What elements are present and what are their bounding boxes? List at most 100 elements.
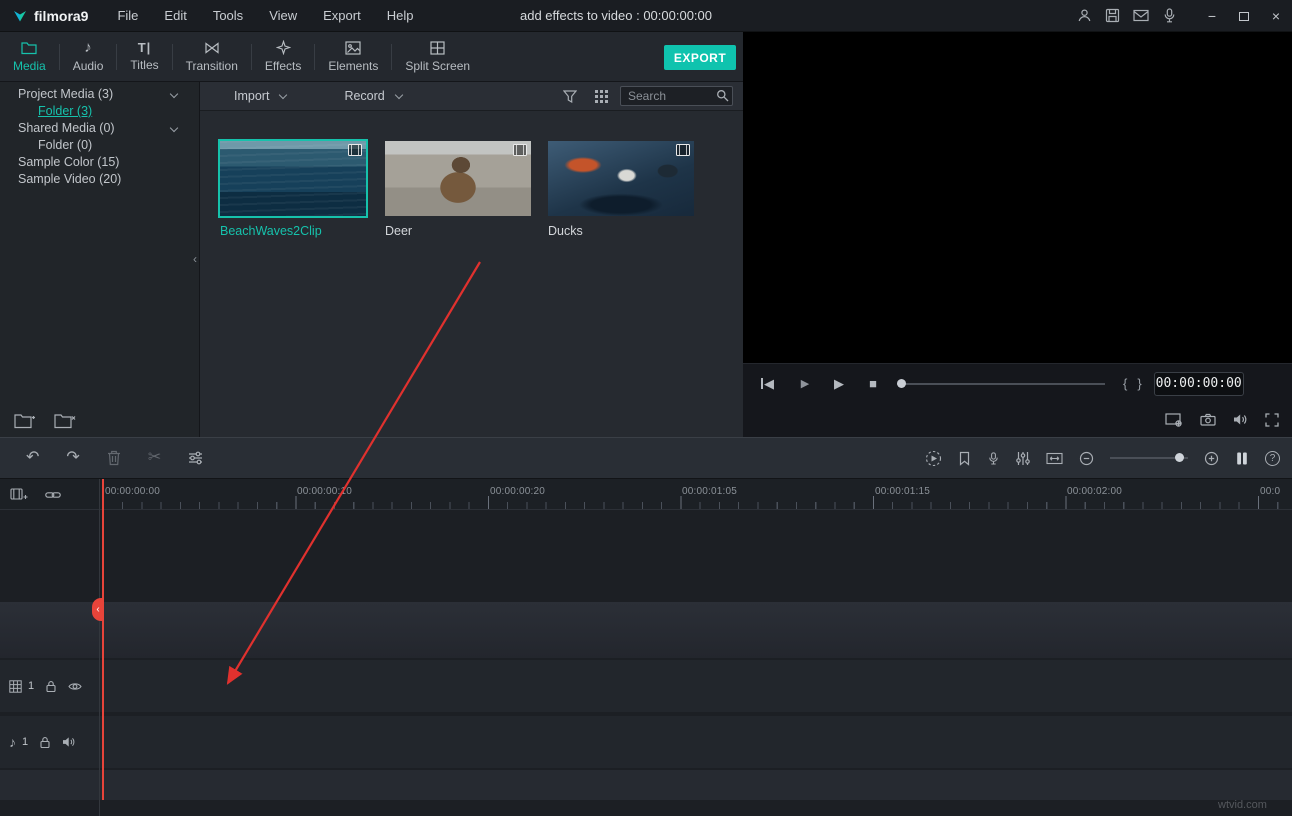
sidebar-item-label: Shared Media (0): [18, 121, 115, 135]
mail-icon[interactable]: [1133, 9, 1149, 22]
record-voiceover-button[interactable]: [987, 451, 1000, 466]
clip-name: BeachWaves2Clip: [220, 224, 366, 238]
display-settings-icon[interactable]: [1165, 413, 1183, 427]
media-clip-ducks[interactable]: Ducks: [548, 141, 694, 238]
record-dropdown[interactable]: Record: [344, 89, 401, 103]
export-button[interactable]: EXPORT: [664, 45, 736, 70]
media-folder-icon: [21, 41, 37, 55]
chevron-down-icon: [279, 91, 287, 99]
delete-button[interactable]: [107, 450, 121, 466]
frame-badge-icon: [348, 144, 362, 156]
toggle-visibility-eye-icon[interactable]: [68, 681, 82, 692]
timeline-ruler[interactable]: 00:00:00:00 00:00:00:10 00:00:00:20 00:0…: [0, 479, 1292, 510]
mark-out-button[interactable]: }: [1137, 376, 1141, 391]
split-scissors-button[interactable]: ✂: [148, 450, 161, 466]
add-to-timeline-icon[interactable]: [10, 487, 28, 502]
menu-file[interactable]: File: [104, 8, 151, 23]
tab-label: Titles: [130, 58, 158, 72]
menu-export[interactable]: Export: [310, 8, 374, 23]
lock-track-icon[interactable]: [45, 680, 57, 693]
close-button[interactable]: ×: [1268, 8, 1284, 24]
sidebar-item-project-media[interactable]: Project Media (3): [0, 86, 199, 103]
zoom-in-button[interactable]: [1204, 451, 1219, 466]
collapse-panel-icon[interactable]: ‹: [193, 252, 197, 266]
filter-icon[interactable]: [563, 90, 577, 103]
tab-elements[interactable]: Elements: [315, 32, 391, 81]
maximize-button[interactable]: [1236, 8, 1252, 24]
ruler-label: 00:00:01:15: [875, 486, 930, 497]
undo-button[interactable]: ↶: [26, 450, 39, 466]
marker-button[interactable]: [958, 451, 971, 466]
grid-view-icon[interactable]: [595, 90, 608, 103]
add-folder-button[interactable]: [14, 412, 36, 429]
ruler-label: 00:00:01:05: [682, 486, 737, 497]
volume-icon[interactable]: [1233, 413, 1248, 426]
stop-button[interactable]: ■: [863, 376, 883, 391]
menu-tools[interactable]: Tools: [200, 8, 256, 23]
audio-track-icon: ♪: [9, 735, 16, 749]
snapshot-camera-icon[interactable]: [1200, 413, 1216, 426]
mark-in-button[interactable]: {: [1123, 376, 1127, 391]
timeline-toolbar: ↶ ↷ ✂: [0, 437, 1292, 479]
tab-split-screen[interactable]: Split Screen: [392, 32, 483, 81]
media-panel: Import Record: [200, 82, 743, 437]
timeline-panel: 00:00:00:00 00:00:00:10 00:00:00:20 00:0…: [0, 479, 1292, 816]
clip-thumbnail[interactable]: [220, 141, 366, 216]
audio-mixer-button[interactable]: [1016, 451, 1030, 466]
mic-icon[interactable]: [1162, 8, 1177, 23]
playhead-handle[interactable]: ‹: [92, 598, 104, 621]
redo-button[interactable]: ↷: [66, 450, 79, 466]
ruler-label: 00:00:02:00: [1067, 486, 1122, 497]
sidebar-item-label: Folder (3): [38, 104, 92, 118]
fullscreen-icon[interactable]: [1265, 413, 1279, 427]
play-button[interactable]: ▶: [829, 376, 849, 392]
search-box[interactable]: [620, 86, 733, 106]
seek-handle[interactable]: [897, 379, 906, 388]
import-dropdown[interactable]: Import: [234, 89, 286, 103]
track-header-column: 1 ♪ 1: [0, 479, 100, 816]
clip-thumbnail[interactable]: [548, 141, 694, 216]
sidebar-item-folder-3[interactable]: Folder (3): [0, 103, 199, 120]
sidebar-item-sample-video[interactable]: Sample Video (20): [0, 171, 199, 188]
zoom-out-button[interactable]: [1079, 451, 1094, 466]
manage-tracks-button[interactable]: [1235, 451, 1249, 466]
fit-to-timeline-button[interactable]: [1046, 452, 1063, 465]
edit-tools: ↶ ↷ ✂: [0, 450, 203, 466]
media-library-sidebar: Project Media (3) Folder (3) Shared Medi…: [0, 82, 200, 437]
video-track-lane: [0, 660, 1292, 712]
tab-media[interactable]: Media: [0, 32, 59, 81]
media-clip-beachwaves[interactable]: BeachWaves2Clip: [220, 141, 366, 238]
tab-effects[interactable]: Effects: [252, 32, 314, 81]
render-preview-button[interactable]: [925, 450, 942, 467]
step-backward-button[interactable]: ◀: [761, 376, 781, 392]
seek-slider[interactable]: [897, 383, 1105, 385]
chevron-down-icon[interactable]: [170, 90, 178, 98]
sidebar-item-sample-color[interactable]: Sample Color (15): [0, 154, 199, 171]
mute-speaker-icon[interactable]: [62, 736, 76, 748]
minimize-button[interactable]: −: [1204, 8, 1220, 24]
help-button[interactable]: ?: [1265, 451, 1280, 466]
titles-icon: T|: [138, 41, 152, 54]
zoom-slider[interactable]: [1110, 457, 1188, 459]
save-project-icon[interactable]: [1105, 8, 1120, 23]
adjust-settings-button[interactable]: [188, 451, 203, 465]
lock-track-icon[interactable]: [39, 736, 51, 749]
frame-forward-button[interactable]: ▶: [795, 377, 815, 390]
tab-transition[interactable]: Transition: [173, 32, 251, 81]
delete-folder-button[interactable]: [54, 412, 76, 429]
zoom-handle[interactable]: [1175, 453, 1184, 462]
media-clip-deer[interactable]: Deer: [385, 141, 531, 238]
ruler-label: 00:0: [1260, 486, 1280, 497]
account-icon[interactable]: [1077, 8, 1092, 23]
menu-edit[interactable]: Edit: [151, 8, 199, 23]
sidebar-item-shared-media[interactable]: Shared Media (0): [0, 120, 199, 137]
sidebar-item-folder-0[interactable]: Folder (0): [0, 137, 199, 154]
playhead[interactable]: [102, 479, 104, 800]
clip-thumbnail[interactable]: [385, 141, 531, 216]
tab-audio[interactable]: ♪ Audio: [60, 32, 117, 81]
chevron-down-icon[interactable]: [170, 124, 178, 132]
maximize-icon: [1239, 12, 1249, 21]
menu-view[interactable]: View: [256, 8, 310, 23]
tab-titles[interactable]: T| Titles: [117, 32, 171, 81]
link-icon[interactable]: [45, 487, 61, 502]
